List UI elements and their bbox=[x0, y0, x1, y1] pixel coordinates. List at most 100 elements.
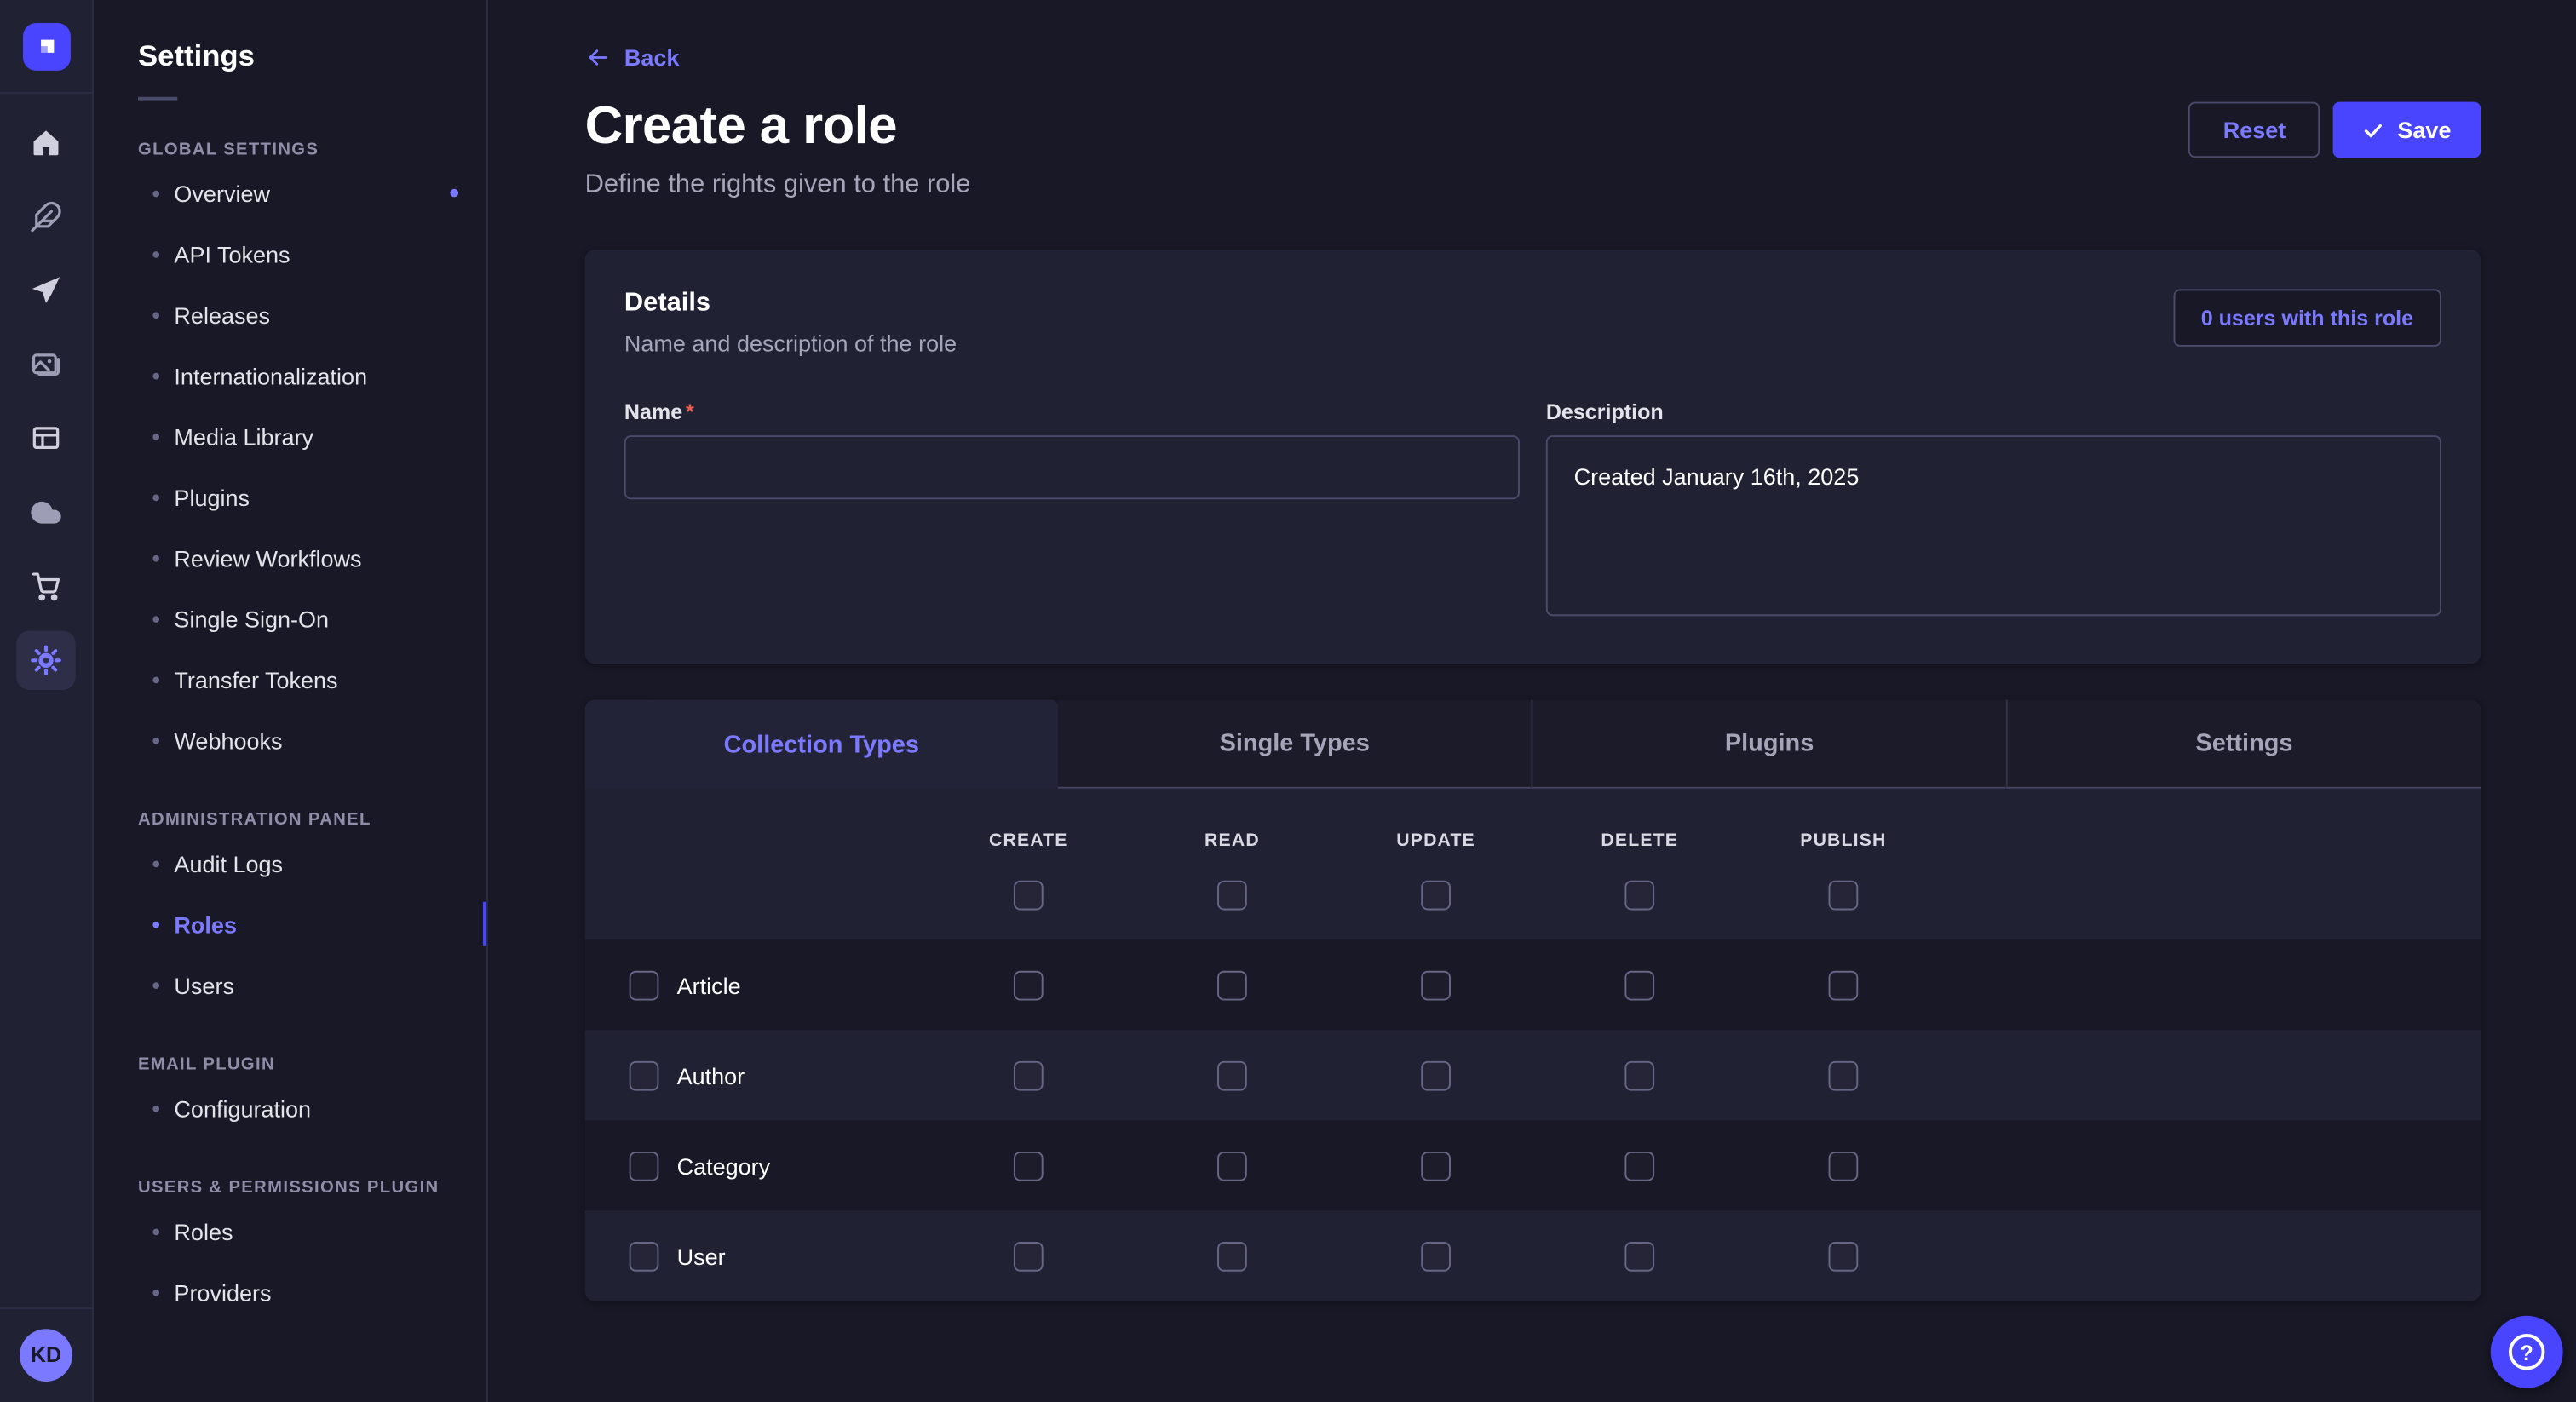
subnav-item-roles[interactable]: Roles bbox=[94, 1201, 486, 1261]
checkbox-category-create[interactable] bbox=[1014, 1151, 1044, 1181]
permission-cell bbox=[1334, 1241, 1538, 1271]
required-mark: * bbox=[686, 399, 694, 424]
subnav-item-releases[interactable]: Releases bbox=[94, 284, 486, 345]
table-row-category: Category bbox=[585, 1120, 2481, 1210]
bullet-icon bbox=[152, 311, 159, 318]
permissions-rows: ArticleAuthorCategoryUser bbox=[585, 939, 2481, 1301]
row-label: Author bbox=[677, 1062, 745, 1089]
reset-button[interactable]: Reset bbox=[2188, 102, 2320, 158]
checkbox-row-author[interactable] bbox=[630, 1060, 659, 1090]
subnav-item-providers[interactable]: Providers bbox=[94, 1261, 486, 1322]
subnav-item-users[interactable]: Users bbox=[94, 955, 486, 1015]
checkbox-author-create[interactable] bbox=[1014, 1060, 1044, 1090]
checkbox-user-create[interactable] bbox=[1014, 1241, 1044, 1271]
checkbox-author-update[interactable] bbox=[1421, 1060, 1451, 1090]
cart-icon[interactable] bbox=[16, 557, 75, 616]
checkbox-row-category[interactable] bbox=[630, 1151, 659, 1181]
checkbox-article-read[interactable] bbox=[1217, 970, 1247, 1000]
checkbox-header-delete[interactable] bbox=[1624, 881, 1654, 911]
tab-collection-types[interactable]: Collection Types bbox=[585, 700, 1058, 789]
subnav-item-single-sign-on[interactable]: Single Sign-On bbox=[94, 588, 486, 648]
checkbox-article-delete[interactable] bbox=[1624, 970, 1654, 1000]
row-label: User bbox=[677, 1243, 726, 1269]
checkbox-article-create[interactable] bbox=[1014, 970, 1044, 1000]
subnav-item-plugins[interactable]: Plugins bbox=[94, 467, 486, 527]
checkbox-header-update[interactable] bbox=[1421, 881, 1451, 911]
subnav-item-audit-logs[interactable]: Audit Logs bbox=[94, 833, 486, 893]
cloud-icon[interactable] bbox=[16, 483, 75, 542]
header-check-cell bbox=[927, 881, 1130, 911]
subnav-item-webhooks[interactable]: Webhooks bbox=[94, 710, 486, 770]
tab-settings[interactable]: Settings bbox=[2006, 700, 2481, 789]
subnav-item-transfer-tokens[interactable]: Transfer Tokens bbox=[94, 649, 486, 710]
home-icon[interactable] bbox=[16, 113, 75, 172]
checkbox-user-delete[interactable] bbox=[1624, 1241, 1654, 1271]
subnav-item-review-workflows[interactable]: Review Workflows bbox=[94, 527, 486, 588]
settings-subnav: Settings GLOBAL SETTINGS OverviewAPI Toke… bbox=[94, 0, 488, 1402]
layout-icon[interactable] bbox=[16, 409, 75, 468]
column-header-create: CREATE bbox=[927, 831, 1130, 853]
permission-cell bbox=[1741, 1060, 1945, 1090]
details-card: Details Name and description of the role… bbox=[585, 250, 2481, 664]
main-nav-rail: KD bbox=[0, 0, 94, 1402]
permission-cell bbox=[1130, 970, 1334, 1000]
help-button[interactable]: ? bbox=[2491, 1316, 2563, 1388]
checkbox-user-publish[interactable] bbox=[1829, 1241, 1859, 1271]
subnav-section: EMAIL PLUGINConfiguration bbox=[94, 1054, 486, 1138]
app-root: KD Settings GLOBAL SETTINGS OverviewAPI T… bbox=[0, 0, 2576, 1402]
checkbox-row-article[interactable] bbox=[630, 970, 659, 1000]
tab-plugins[interactable]: Plugins bbox=[1531, 700, 2005, 789]
permission-cell bbox=[927, 1060, 1130, 1090]
checkbox-article-publish[interactable] bbox=[1829, 970, 1859, 1000]
save-button[interactable]: Save bbox=[2333, 102, 2481, 158]
permissions-table-header: CREATEREADUPDATEDELETEPUBLISH bbox=[585, 789, 2481, 939]
bullet-icon bbox=[152, 190, 159, 197]
checkbox-user-update[interactable] bbox=[1421, 1241, 1451, 1271]
permission-cell bbox=[1130, 1060, 1334, 1090]
avatar[interactable]: KD bbox=[20, 1328, 72, 1381]
checkbox-category-read[interactable] bbox=[1217, 1151, 1247, 1181]
checkbox-row-user[interactable] bbox=[630, 1241, 659, 1271]
subnav-item-configuration[interactable]: Configuration bbox=[94, 1077, 486, 1138]
checkbox-header-create[interactable] bbox=[1014, 881, 1044, 911]
bullet-icon bbox=[152, 250, 159, 257]
rail-bottom: KD bbox=[0, 1307, 92, 1402]
checkbox-author-publish[interactable] bbox=[1829, 1060, 1859, 1090]
feather-icon[interactable] bbox=[16, 187, 75, 246]
subnav-item-media-library[interactable]: Media Library bbox=[94, 405, 486, 466]
users-with-role-button[interactable]: 0 users with this role bbox=[2173, 289, 2441, 347]
subnav-title: Settings bbox=[138, 39, 486, 74]
subnav-item-internationalization[interactable]: Internationalization bbox=[94, 345, 486, 405]
subnav-item-label: Users bbox=[174, 972, 234, 998]
name-label: Name* bbox=[624, 399, 1520, 424]
gear-icon[interactable] bbox=[16, 631, 75, 690]
images-icon[interactable] bbox=[16, 335, 75, 394]
checkbox-category-update[interactable] bbox=[1421, 1151, 1451, 1181]
tab-single-types[interactable]: Single Types bbox=[1058, 700, 1531, 789]
bullet-icon bbox=[152, 860, 159, 867]
subnav-item-roles[interactable]: Roles bbox=[94, 893, 486, 954]
checkbox-article-update[interactable] bbox=[1421, 970, 1451, 1000]
permission-cell bbox=[1130, 1151, 1334, 1181]
checkbox-user-read[interactable] bbox=[1217, 1241, 1247, 1271]
permissions-table: CREATEREADUPDATEDELETEPUBLISH ArticleAut… bbox=[585, 789, 2481, 1301]
paper-plane-icon[interactable] bbox=[16, 261, 75, 320]
details-title: Details bbox=[624, 289, 957, 319]
checkbox-category-delete[interactable] bbox=[1624, 1151, 1654, 1181]
subnav-item-api-tokens[interactable]: API Tokens bbox=[94, 223, 486, 284]
description-input[interactable]: Created January 16th, 2025 bbox=[1546, 435, 2441, 616]
name-input[interactable] bbox=[624, 435, 1520, 499]
checkbox-header-read[interactable] bbox=[1217, 881, 1247, 911]
back-link[interactable]: Back bbox=[585, 44, 680, 71]
strapi-logo[interactable] bbox=[22, 23, 70, 71]
checkbox-author-read[interactable] bbox=[1217, 1060, 1247, 1090]
checkbox-header-publish[interactable] bbox=[1829, 881, 1859, 911]
column-header-publish: PUBLISH bbox=[1741, 831, 1945, 853]
subnav-item-overview[interactable]: Overview bbox=[94, 163, 486, 223]
subnav-section-label: GLOBAL SETTINGS bbox=[138, 140, 476, 159]
checkbox-author-delete[interactable] bbox=[1624, 1060, 1654, 1090]
rail-icons bbox=[16, 94, 75, 690]
bullet-icon bbox=[152, 1228, 159, 1235]
checkbox-category-publish[interactable] bbox=[1829, 1151, 1859, 1181]
notification-dot-icon bbox=[450, 189, 458, 198]
